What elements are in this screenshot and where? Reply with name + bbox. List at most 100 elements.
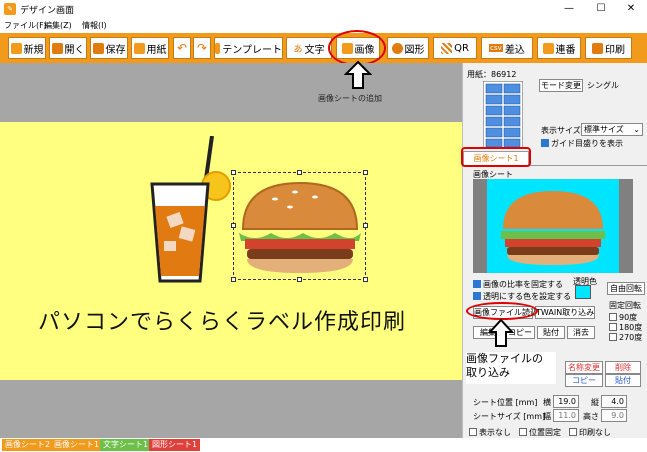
fix-ratio-checkbox[interactable]: 画像の比率を固定する	[473, 279, 563, 290]
sheet-tab-bar: 画像シート2 画像シート1 文字シート1 図形シート1	[0, 438, 647, 452]
qr-button[interactable]: QR	[433, 37, 477, 59]
pos-y-label: 縦	[591, 398, 599, 407]
new-file-icon	[10, 42, 22, 54]
pos-x-label: 横	[543, 398, 551, 407]
merge-button[interactable]: csv 差込	[481, 37, 533, 59]
iced-tea-image[interactable]	[140, 136, 240, 286]
printer-icon	[592, 42, 603, 54]
folder-icon	[51, 42, 63, 54]
save-icon	[92, 42, 104, 54]
size-h-input[interactable]: 9.0	[601, 409, 627, 422]
sheet-position-label: シート位置 [mm]	[473, 398, 538, 407]
pos-y-input[interactable]: 4.0	[601, 395, 627, 408]
rotate-270-checkbox[interactable]: 270度	[609, 332, 642, 343]
checkbox-icon	[609, 313, 617, 321]
up-arrow-icon	[344, 60, 372, 89]
transparent-color-swatch[interactable]	[575, 285, 591, 299]
twain-button[interactable]: TWAIN取り込み	[535, 306, 595, 319]
tab-image-sheet-1[interactable]: 画像シート1	[51, 439, 103, 451]
print-button[interactable]: 印刷	[585, 37, 632, 59]
template-button[interactable]: テンプレート	[214, 37, 283, 59]
image-preview	[473, 179, 633, 273]
menu-file[interactable]: ファイル(F)	[4, 20, 47, 31]
resize-handle[interactable]	[363, 170, 368, 175]
title-bar: ✎ デザイン画面 — ☐ ✕	[0, 0, 647, 18]
size-w-input[interactable]: 11.0	[553, 409, 579, 422]
qr-icon	[441, 42, 453, 54]
callout-line-2: 取り込み	[466, 366, 510, 379]
label-text[interactable]: パソコンでらくらくラベル作成印刷	[38, 304, 406, 336]
paper-button[interactable]: 用紙	[131, 37, 169, 59]
resize-handle[interactable]	[363, 277, 368, 282]
paste-sheet-button[interactable]: 貼付	[605, 374, 641, 387]
csv-icon: csv	[489, 44, 503, 52]
window-title: デザイン画面	[20, 6, 75, 16]
free-rotate-button[interactable]: 自由回転	[607, 282, 645, 295]
serial-button[interactable]: 連番	[537, 37, 581, 59]
open-button[interactable]: 開く	[49, 37, 87, 59]
menu-edit[interactable]: 編集(Z)	[44, 20, 72, 31]
no-print-checkbox[interactable]: 印刷なし	[569, 427, 611, 438]
paste-button[interactable]: 貼付	[537, 326, 565, 339]
save-button[interactable]: 保存	[90, 37, 128, 59]
tab-shape-sheet-1[interactable]: 図形シート1	[149, 439, 201, 451]
tab-text-sheet-1[interactable]: 文字シート1	[100, 439, 152, 451]
lock-position-checkbox[interactable]: 位置固定	[519, 427, 561, 438]
display-size-label: 表示サイズ	[541, 126, 581, 135]
display-size-select[interactable]: 標準サイズ ⌄	[581, 123, 643, 136]
guide-checkbox[interactable]: ガイド目盛りを表示	[541, 138, 623, 149]
toolbar: 新規 開く 保存 用紙 ↶ ↷ テンプレート あ文字 画像 図形 QR csv 差…	[0, 33, 647, 63]
close-icon[interactable]: ✕	[617, 2, 645, 16]
copy-sheet-button[interactable]: コピー	[565, 374, 603, 387]
minimize-icon[interactable]: —	[555, 2, 583, 16]
hamburger-preview-image	[501, 191, 605, 265]
paper-icon	[133, 42, 145, 54]
mode-value: シングル	[587, 81, 619, 90]
resize-handle[interactable]	[297, 277, 302, 282]
template-icon	[215, 42, 221, 54]
rename-button[interactable]: 名称変更	[565, 361, 603, 374]
resize-handle[interactable]	[231, 277, 236, 282]
hamburger-image	[239, 181, 361, 273]
up-arrow-icon	[488, 318, 514, 347]
size-w-label: 幅	[543, 412, 551, 421]
checkbox-icon	[609, 323, 617, 331]
callout-line-1: 画像ファイルの	[466, 352, 543, 365]
checkbox-icon	[473, 292, 481, 300]
text-button[interactable]: あ文字	[286, 37, 332, 59]
sheet-size-label: シートサイズ [mm]	[473, 412, 546, 421]
serial-icon	[542, 42, 554, 54]
hide-checkbox[interactable]: 表示なし	[469, 427, 511, 438]
checkbox-icon	[519, 428, 527, 436]
tab-image-sheet-2[interactable]: 画像シート2	[2, 439, 54, 451]
checkbox-icon	[569, 428, 577, 436]
text-icon: あ	[293, 44, 303, 55]
shape-icon	[391, 42, 403, 54]
menu-info[interactable]: 情報(I)	[82, 20, 107, 31]
resize-handle[interactable]	[297, 170, 302, 175]
highlight-sheet-tab	[461, 147, 531, 167]
erase-button[interactable]: 消去	[567, 326, 595, 339]
checkbox-icon	[473, 280, 481, 288]
shape-button[interactable]: 図形	[387, 37, 429, 59]
new-button[interactable]: 新規	[8, 37, 46, 59]
canvas-hint: 画像シートの追加	[318, 94, 382, 103]
app-icon: ✎	[4, 3, 16, 15]
transparent-checkbox[interactable]: 透明にする色を設定する	[473, 291, 571, 302]
size-h-label: 高さ	[583, 412, 599, 421]
delete-button[interactable]: 削除	[605, 361, 641, 374]
checkbox-icon	[609, 333, 617, 341]
menu-bar: ファイル(F) 編集(Z) 情報(I)	[0, 18, 647, 32]
paper-code: 用紙：86912	[467, 70, 517, 79]
mode-change-button[interactable]: モード変更	[539, 79, 583, 92]
chevron-down-icon: ⌄	[633, 125, 640, 134]
resize-handle[interactable]	[231, 170, 236, 175]
checkbox-icon	[541, 139, 549, 147]
callout-box: 画像ファイルの 取り込み	[466, 352, 556, 384]
redo-button[interactable]: ↷	[193, 37, 211, 59]
checkbox-icon	[469, 428, 477, 436]
maximize-icon[interactable]: ☐	[587, 2, 615, 16]
undo-button[interactable]: ↶	[173, 37, 191, 59]
pos-x-input[interactable]: 19.0	[553, 395, 579, 408]
paper-layout-preview	[483, 81, 523, 149]
